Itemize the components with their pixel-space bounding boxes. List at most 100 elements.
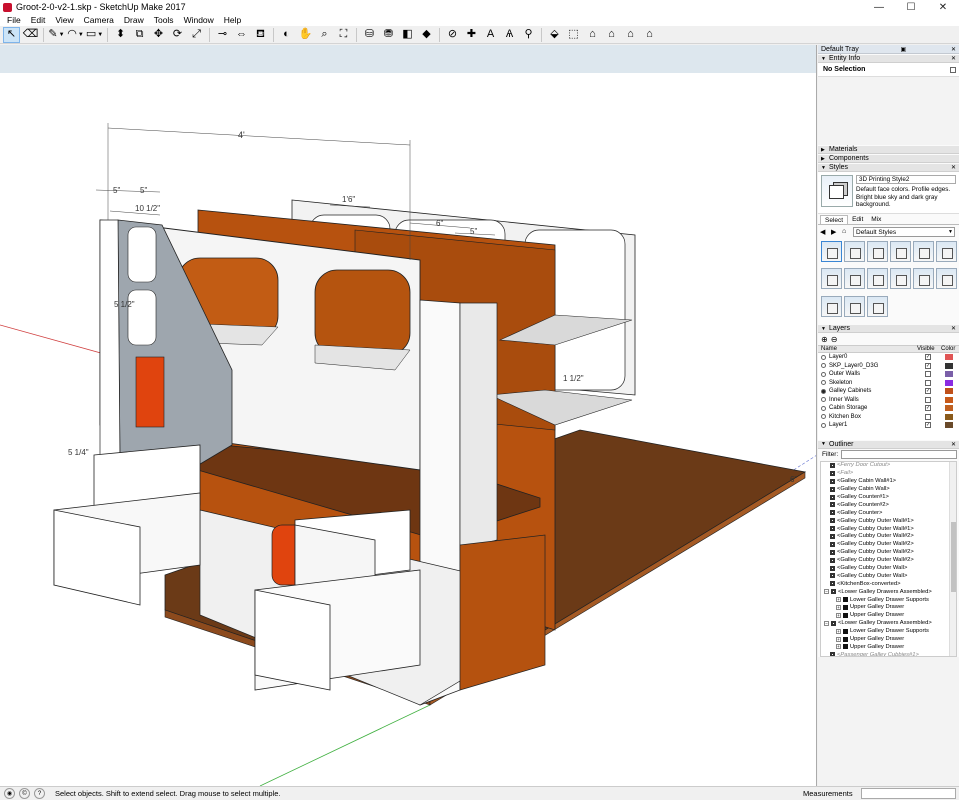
top-view-icon[interactable]: ⬚	[565, 27, 582, 43]
entity-info-header[interactable]: ▼ Entity Info ✕	[818, 54, 959, 63]
style-thumbnail[interactable]	[913, 268, 934, 290]
tab-select[interactable]: Select	[820, 215, 849, 224]
layer-name[interactable]: Inner Walls	[829, 397, 925, 403]
outliner-item[interactable]: − <Lower Galley Drawers Assembled>	[821, 619, 956, 627]
zoom-extents-tool-icon[interactable]: ⛶	[335, 27, 352, 43]
style-thumbnail[interactable]	[890, 268, 911, 290]
active-layer-radio[interactable]	[821, 414, 826, 420]
active-layer-radio[interactable]	[821, 380, 826, 386]
chevron-down-icon[interactable]: ▼	[97, 32, 103, 38]
outliner-item[interactable]: <Galley Counter#2>	[821, 501, 956, 509]
layer-name[interactable]: SKP_Layer0_D3G	[829, 363, 925, 369]
forward-arrow-icon[interactable]: ▶	[831, 228, 839, 236]
layer-color-swatch[interactable]	[945, 379, 953, 386]
outliner-header[interactable]: ▼ Outliner ✕	[818, 439, 959, 449]
back-arrow-icon[interactable]: ◀	[820, 228, 828, 236]
ruby-tool-icon[interactable]: ◆	[418, 27, 435, 43]
layer-row[interactable]: SKP_Layer0_D3G ✓	[818, 361, 959, 370]
maximize-button[interactable]: ☐	[895, 0, 927, 14]
3d-text-tool-icon[interactable]: Ѧ	[501, 27, 518, 43]
materials-header[interactable]: ▶ Materials	[818, 145, 959, 154]
push-pull-tool-icon[interactable]: ⬍	[112, 27, 129, 43]
active-layer-radio[interactable]	[821, 371, 826, 377]
iso-view-icon[interactable]: ⬙	[546, 27, 563, 43]
walk-tool-icon[interactable]: ⚲	[520, 27, 537, 43]
style-thumbnail[interactable]	[867, 241, 888, 262]
outliner-item[interactable]: <Galley Cabin Wall>	[821, 485, 956, 493]
close-button[interactable]: ✕	[927, 0, 959, 14]
layer-name[interactable]: Layer0	[829, 354, 925, 360]
move-tool-icon[interactable]: ✥	[150, 27, 167, 43]
style-thumbnail[interactable]	[844, 295, 865, 317]
menu-help[interactable]: Help	[219, 15, 246, 25]
visible-checkbox[interactable]: ✓	[925, 405, 931, 412]
outliner-item[interactable]: <Galley Cabin Wall#1>	[821, 477, 956, 485]
style-thumbnail[interactable]	[936, 241, 957, 262]
delete-layer-icon[interactable]: ⊖	[831, 335, 838, 344]
drawing-viewport[interactable]: 4' 5" 5" 10 1/2" 5 1/2" 1'6" 6" 5" 5 1/4…	[0, 45, 817, 786]
outliner-item[interactable]: <Galley Cubby Outer Wall#1>	[821, 517, 956, 525]
outliner-item[interactable]: <Passenger Galley Cubbies#1>	[821, 651, 956, 656]
geo-location-icon[interactable]: ◉	[4, 788, 15, 799]
expand-toggle-icon[interactable]: −	[824, 589, 829, 595]
add-layer-icon[interactable]: ⊕	[821, 335, 828, 344]
help-icon[interactable]: ?	[34, 788, 45, 799]
outliner-item[interactable]: <Galley Counter#1>	[821, 493, 956, 501]
layer-row[interactable]: Skeleton	[818, 378, 959, 387]
visible-checkbox[interactable]	[925, 413, 931, 420]
layer-row[interactable]: Outer Walls	[818, 370, 959, 379]
close-icon[interactable]: ✕	[951, 164, 956, 171]
close-icon[interactable]: ✕	[951, 441, 956, 448]
menu-draw[interactable]: Draw	[119, 15, 149, 25]
close-icon[interactable]: ✕	[951, 325, 956, 332]
outliner-item[interactable]: <Galley Cubby Outer Wall>	[821, 572, 956, 580]
material-swatch-icon[interactable]	[950, 66, 956, 73]
model-scene[interactable]: 4' 5" 5" 10 1/2" 5 1/2" 1'6" 6" 5" 5 1/4…	[0, 45, 817, 786]
active-layer-radio[interactable]	[821, 422, 826, 428]
outliner-item[interactable]: <Galley Cubby Outer Wall#2>	[821, 540, 956, 548]
outliner-item[interactable]: − <Lower Galley Drawers Assembled>	[821, 588, 956, 596]
text-tool-icon[interactable]: A	[482, 27, 499, 43]
left-view-icon[interactable]: ⌂	[641, 27, 658, 43]
measurements-input[interactable]	[861, 788, 956, 799]
rectangle-tool-icon[interactable]: ▭ ▼	[86, 27, 103, 43]
layer-name[interactable]: Cabin Storage	[829, 405, 925, 411]
col-name[interactable]: Name	[818, 346, 917, 352]
axes-tool-icon[interactable]: ✚	[463, 27, 480, 43]
outliner-scrollbar[interactable]	[949, 461, 956, 656]
active-layer-radio[interactable]	[821, 397, 826, 403]
minimize-button[interactable]: —	[863, 0, 895, 14]
back-view-icon[interactable]: ⌂	[622, 27, 639, 43]
outliner-item[interactable]: <Galley Cubby Outer Wall>	[821, 564, 956, 572]
layers-header[interactable]: ▼ Layers ✕	[818, 324, 959, 333]
scale-tool-icon[interactable]: ⤢	[188, 27, 205, 43]
expand-toggle-icon[interactable]: +	[836, 597, 841, 603]
paint-bucket-tool-icon[interactable]: ⛾	[252, 27, 269, 43]
styles-header[interactable]: ▼ Styles ✕	[818, 163, 959, 172]
chevron-down-icon[interactable]: ▼	[59, 32, 65, 38]
front-view-icon[interactable]: ⌂	[584, 27, 601, 43]
layer-color-swatch[interactable]	[945, 405, 953, 412]
menu-view[interactable]: View	[50, 15, 78, 25]
rotate-tool-icon[interactable]: ⟳	[169, 27, 186, 43]
style-thumbnail[interactable]	[821, 268, 842, 290]
outliner-item[interactable]: + Upper Galley Drawer	[821, 604, 956, 612]
style-thumbnail[interactable]	[844, 241, 865, 262]
visible-checkbox[interactable]	[925, 396, 931, 403]
outliner-item[interactable]: <Galley Cubby Outer Wall#2>	[821, 533, 956, 541]
menu-file[interactable]: File	[2, 15, 26, 25]
components-header[interactable]: ▶ Components	[818, 154, 959, 163]
menu-tools[interactable]: Tools	[149, 15, 179, 25]
layer-row[interactable]: Galley Cabinets ✓	[818, 387, 959, 396]
style-thumbnail[interactable]	[867, 295, 888, 317]
active-layer-radio[interactable]	[821, 354, 826, 360]
credits-icon[interactable]: ©	[19, 788, 30, 799]
visible-checkbox[interactable]	[925, 379, 931, 386]
layer-name[interactable]: Outer Walls	[829, 371, 925, 377]
layer-name[interactable]: Kitchen Box	[829, 414, 925, 420]
style-collection-select[interactable]: Default Styles ▼	[853, 226, 955, 237]
menu-camera[interactable]: Camera	[79, 15, 119, 25]
layer-color-swatch[interactable]	[945, 422, 953, 429]
layer-color-swatch[interactable]	[945, 413, 953, 420]
layer-name[interactable]: Galley Cabinets	[829, 388, 925, 394]
